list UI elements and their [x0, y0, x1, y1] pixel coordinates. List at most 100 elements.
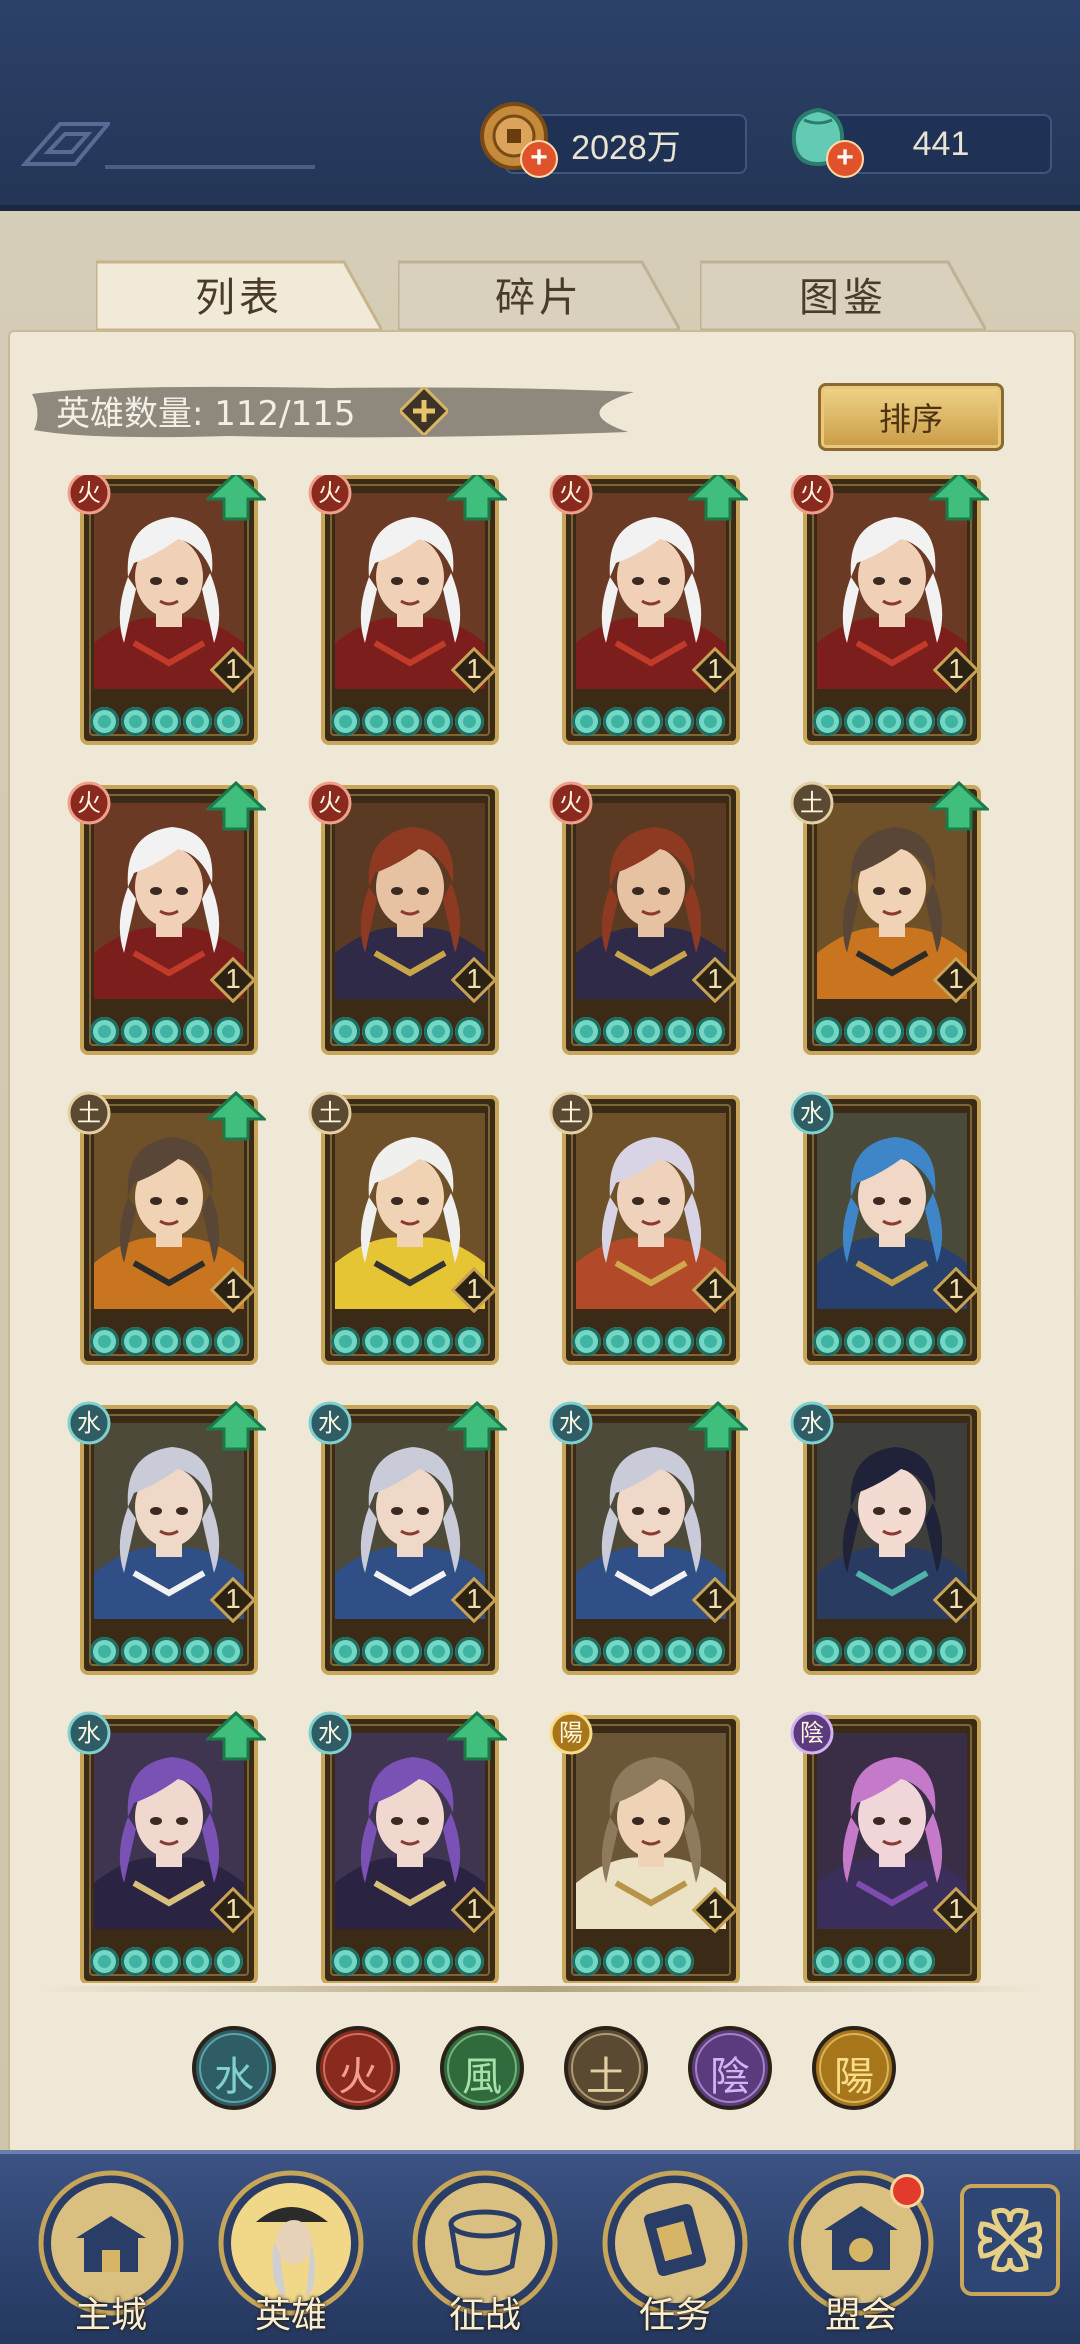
- star-rank-icon: [813, 1017, 842, 1046]
- add-jade-button[interactable]: +: [826, 140, 864, 178]
- star-rank-icon: [424, 1947, 453, 1976]
- hero-level: 1: [225, 963, 241, 994]
- star-rank-icon: [455, 1947, 484, 1976]
- add-coins-button[interactable]: +: [520, 140, 558, 178]
- hero-element: 土: [77, 1099, 101, 1127]
- nav-label: 英雄: [254, 2295, 327, 2336]
- hero-card[interactable]: 1 火: [542, 475, 748, 745]
- star-rank-icon: [393, 707, 422, 736]
- filter-earth[interactable]: 土: [562, 2024, 650, 2112]
- upgrade-arrow-icon: [206, 475, 266, 521]
- hero-card[interactable]: 1 水: [60, 1401, 266, 1675]
- hero-card[interactable]: 1 陰: [783, 1711, 981, 1983]
- hero-card[interactable]: 1 火: [60, 475, 266, 745]
- hero-card[interactable]: 1 土: [783, 781, 989, 1055]
- star-rank-icon: [424, 707, 453, 736]
- sort-button[interactable]: 排序: [818, 383, 1004, 451]
- star-rank-icon: [696, 707, 725, 736]
- nav-scroll-task[interactable]: 任务: [600, 2168, 750, 2338]
- star-rank-row: [331, 1327, 491, 1357]
- hero-card[interactable]: 1 水: [783, 1091, 981, 1365]
- four-petal-menu-icon[interactable]: [958, 2182, 1062, 2298]
- nav-city-gate[interactable]: 主城: [36, 2168, 186, 2338]
- upgrade-arrow-icon: [206, 781, 266, 831]
- hero-card[interactable]: 1 火: [301, 781, 499, 1055]
- tab-list[interactable]: 列表: [96, 258, 382, 330]
- hero-card[interactable]: 1 火: [301, 475, 507, 745]
- hero-level: 1: [948, 1583, 964, 1614]
- filter-yin[interactable]: 陰: [686, 2024, 774, 2112]
- hero-level: 1: [948, 963, 964, 994]
- upgrade-arrow-icon: [206, 1711, 266, 1761]
- star-rank-icon: [665, 1017, 694, 1046]
- star-rank-icon: [906, 707, 935, 736]
- hero-element: 火: [77, 479, 101, 507]
- hero-level: 1: [466, 1583, 482, 1614]
- star-rank-icon: [152, 707, 181, 736]
- hero-grid: 1 火 1 火 1 火 1 火 1 火 1 火 1 火 1 土 1 土 1 土 …: [60, 475, 1020, 1983]
- hero-card[interactable]: 1 水: [783, 1401, 981, 1675]
- hero-level: 1: [466, 963, 482, 994]
- hero-element: 火: [318, 479, 342, 507]
- star-rank-icon: [214, 1017, 243, 1046]
- filter-wind[interactable]: 風: [438, 2024, 526, 2112]
- hero-level: 1: [948, 653, 964, 684]
- hero-card[interactable]: 1 土: [542, 1091, 740, 1365]
- hero-level: 1: [707, 1893, 723, 1924]
- star-rank-row: [90, 1637, 250, 1667]
- hero-element: 火: [559, 789, 583, 817]
- nav-war-drum[interactable]: 征战: [410, 2168, 560, 2338]
- tab-fragments[interactable]: 碎片: [398, 258, 680, 330]
- filter-fire[interactable]: 火: [314, 2024, 402, 2112]
- hero-level: 1: [466, 1893, 482, 1924]
- star-rank-icon: [121, 1017, 150, 1046]
- star-rank-icon: [875, 1947, 904, 1976]
- hero-card[interactable]: 1 火: [783, 475, 989, 745]
- star-rank-icon: [937, 1637, 966, 1666]
- hero-element: 水: [318, 1719, 342, 1747]
- star-rank-icon: [844, 1327, 873, 1356]
- hero-card[interactable]: 1 水: [60, 1711, 266, 1983]
- hero-element: 水: [77, 1409, 101, 1437]
- upgrade-arrow-icon: [447, 475, 507, 521]
- star-rank-icon: [572, 707, 601, 736]
- star-rank-icon: [214, 1947, 243, 1976]
- hero-card[interactable]: 1 土: [60, 1091, 266, 1365]
- star-rank-icon: [572, 1637, 601, 1666]
- upgrade-arrow-icon: [929, 781, 989, 831]
- filter-yang[interactable]: 陽: [810, 2024, 898, 2112]
- star-rank-row: [90, 1327, 250, 1357]
- star-rank-icon: [875, 1017, 904, 1046]
- hero-card[interactable]: 1 土: [301, 1091, 499, 1365]
- hero-card[interactable]: 1 陽: [542, 1711, 740, 1983]
- star-rank-icon: [906, 1327, 935, 1356]
- hero-level: 1: [948, 1893, 964, 1924]
- star-rank-icon: [906, 1637, 935, 1666]
- hero-card[interactable]: 1 水: [301, 1711, 507, 1983]
- hero-card[interactable]: 1 火: [60, 781, 266, 1055]
- upgrade-arrow-icon: [447, 1401, 507, 1451]
- star-rank-row: [331, 707, 491, 737]
- star-rank-icon: [362, 1947, 391, 1976]
- hero-card[interactable]: 1 火: [542, 781, 740, 1055]
- star-rank-icon: [362, 707, 391, 736]
- hero-element: 水: [559, 1409, 583, 1437]
- star-rank-row: [572, 1017, 732, 1047]
- add-hero-slot-button[interactable]: [400, 387, 448, 435]
- hero-element: 陽: [559, 1719, 583, 1747]
- upgrade-arrow-icon: [688, 475, 748, 521]
- nav-label: 盟会: [824, 2295, 897, 2336]
- tab-codex[interactable]: 图鉴: [700, 258, 986, 330]
- star-rank-icon: [90, 707, 119, 736]
- nav-label: 征战: [448, 2295, 521, 2336]
- star-rank-icon: [183, 1327, 212, 1356]
- hero-card[interactable]: 1 水: [301, 1401, 507, 1675]
- star-rank-icon: [455, 1637, 484, 1666]
- star-rank-icon: [90, 1327, 119, 1356]
- star-rank-icon: [603, 1637, 632, 1666]
- hero-card[interactable]: 1 水: [542, 1401, 748, 1675]
- hero-level: 1: [707, 653, 723, 684]
- nav-hero-portrait[interactable]: 英雄: [216, 2168, 366, 2338]
- filter-water[interactable]: 水: [190, 2024, 278, 2112]
- star-rank-icon: [183, 707, 212, 736]
